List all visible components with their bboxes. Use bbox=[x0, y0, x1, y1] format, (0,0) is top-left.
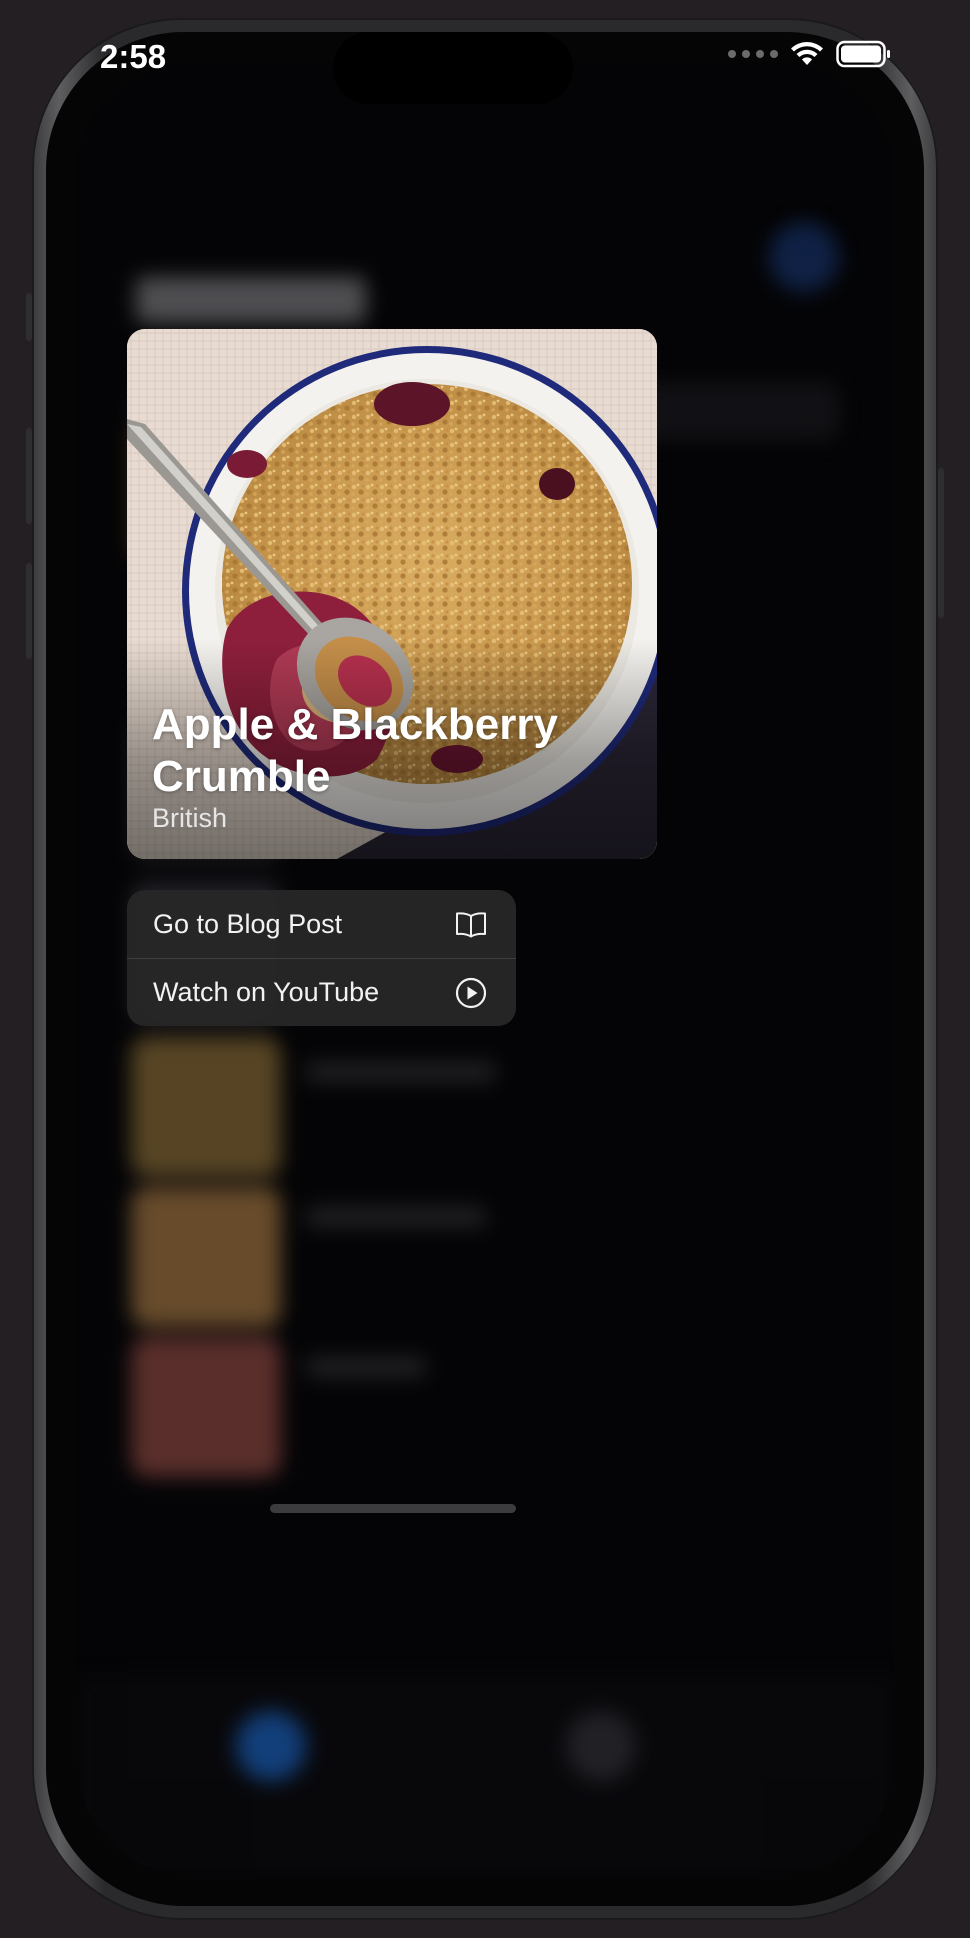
status-icons bbox=[728, 40, 892, 68]
book-icon bbox=[456, 912, 486, 938]
blurred-recipe-thumbnail bbox=[131, 1037, 281, 1177]
menu-item-blog-post[interactable]: Go to Blog Post bbox=[127, 890, 516, 958]
recipe-title: Apple & Blackberry Crumble bbox=[152, 700, 558, 801]
blurred-tab-icon bbox=[566, 1711, 636, 1781]
side-button bbox=[938, 468, 944, 618]
recipe-cuisine: British bbox=[152, 803, 228, 833]
action-button bbox=[26, 293, 32, 341]
blurred-recipe-name bbox=[306, 1357, 426, 1377]
blurred-recipe-name bbox=[306, 1207, 486, 1227]
volume-up-button bbox=[26, 428, 32, 524]
wifi-icon bbox=[791, 42, 823, 65]
blurred-tab-icon bbox=[236, 1711, 306, 1781]
menu-item-youtube[interactable]: Watch on YouTube bbox=[127, 958, 516, 1026]
cellular-signal-icon bbox=[728, 50, 778, 58]
home-indicator[interactable] bbox=[270, 1504, 516, 1513]
blurred-tab-bar bbox=[76, 1676, 894, 1876]
blurred-add-button bbox=[769, 222, 839, 292]
menu-item-label: Watch on YouTube bbox=[153, 977, 380, 1007]
volume-down-button bbox=[26, 563, 32, 659]
blurred-page-title bbox=[136, 277, 366, 323]
menu-item-label: Go to Blog Post bbox=[153, 908, 343, 939]
dynamic-island bbox=[333, 32, 573, 104]
blurred-recipe-name bbox=[306, 1062, 496, 1082]
status-time: 2:58 bbox=[100, 38, 167, 75]
battery-icon bbox=[836, 40, 890, 68]
play-circle-icon bbox=[455, 977, 487, 1008]
blurred-recipe-thumbnail bbox=[131, 1187, 281, 1327]
blurred-recipe-thumbnail bbox=[131, 1337, 281, 1477]
recipe-preview-card[interactable]: Apple & Blackberry Crumble bbox=[127, 329, 657, 859]
context-menu: Go to Blog Post Watch on YouTube bbox=[127, 890, 516, 1026]
